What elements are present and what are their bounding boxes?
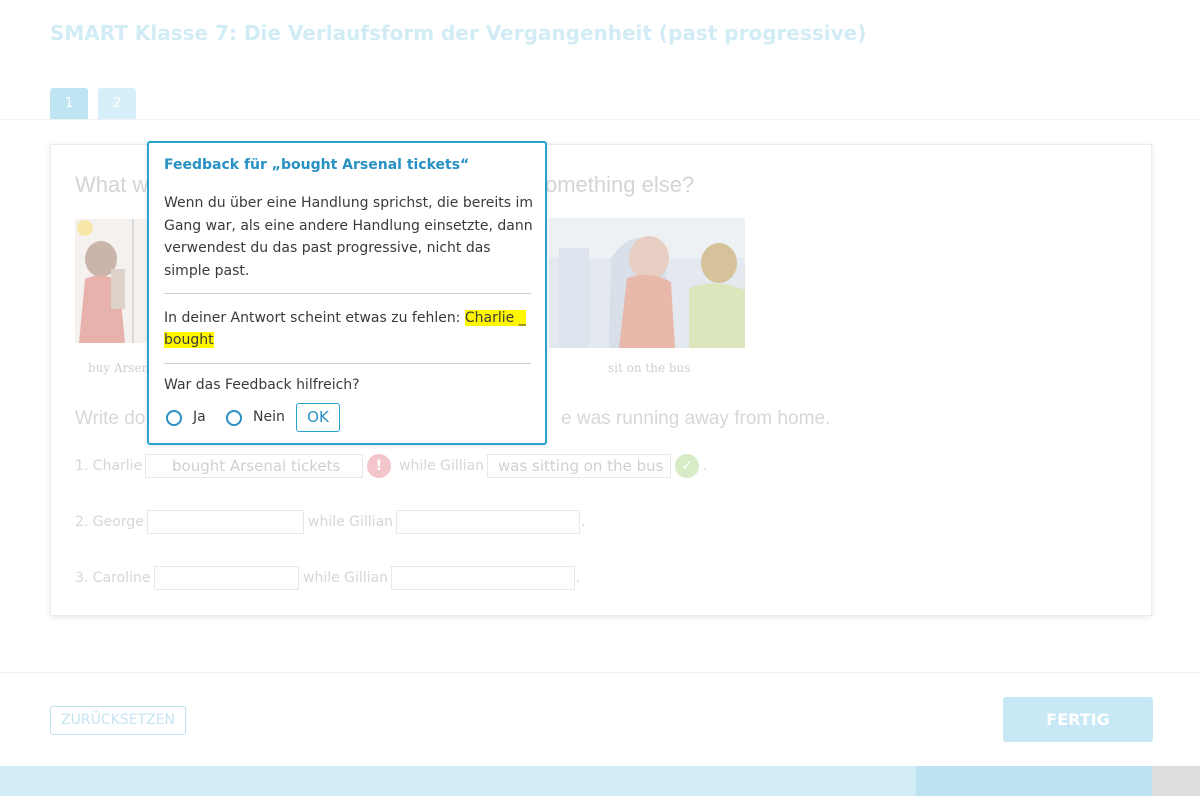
feedback-popup: Feedback für „bought Arsenal tickets“ We… bbox=[147, 141, 547, 445]
feedback-missing: In deiner Antwort scheint etwas zu fehle… bbox=[164, 307, 534, 351]
row-2-end: . bbox=[581, 514, 586, 530]
row-2-answer-2-input[interactable] bbox=[396, 510, 580, 534]
radio-yes[interactable] bbox=[166, 410, 182, 426]
feedback-title: Feedback für „bought Arsenal tickets“ bbox=[164, 157, 470, 173]
radio-no-label[interactable]: Nein bbox=[253, 409, 285, 425]
caption-buy-tickets: buy Arsen bbox=[88, 361, 150, 375]
footer-divider bbox=[0, 672, 1200, 673]
row-3-while-label: while Gillian bbox=[303, 570, 389, 586]
row-3-label: 3. Caroline bbox=[75, 570, 151, 586]
instruction-text-left: Write do bbox=[75, 408, 146, 429]
page-title: SMART Klasse 7: Die Verlaufsform der Ver… bbox=[50, 21, 867, 45]
ok-button[interactable]: OK bbox=[296, 403, 340, 432]
row-1-answer-2-input[interactable]: was sitting on the bus bbox=[487, 454, 671, 478]
caption-sit-on-bus: sit on the bus bbox=[608, 361, 691, 375]
tab-divider bbox=[0, 119, 1200, 120]
row-3-end: . bbox=[576, 570, 581, 586]
illustration-sit-on-bus bbox=[549, 218, 745, 348]
radio-no[interactable] bbox=[226, 410, 242, 426]
progress-bar-end bbox=[1152, 766, 1200, 796]
row-3-answer-2-input[interactable] bbox=[391, 566, 575, 590]
reset-button[interactable]: ZURÜCKSETZEN bbox=[50, 706, 186, 735]
instruction-text-right: e was running away from home. bbox=[561, 408, 831, 429]
question-text-right: omething else? bbox=[545, 172, 695, 197]
row-1-end: . bbox=[703, 458, 708, 474]
feedback-text: Wenn du über eine Handlung sprichst, die… bbox=[164, 195, 534, 279]
tab-2[interactable]: 2 bbox=[98, 88, 136, 119]
tab-1[interactable]: 1 bbox=[50, 88, 88, 119]
feedback-missing-text: In deiner Antwort scheint etwas zu fehle… bbox=[164, 310, 465, 326]
error-icon[interactable]: ! bbox=[367, 454, 391, 478]
done-button[interactable]: FERTIG bbox=[1003, 697, 1153, 742]
progress-bar-accent bbox=[916, 766, 1152, 796]
row-1-while-label: while Gillian bbox=[399, 458, 485, 474]
feedback-divider-1 bbox=[164, 293, 531, 294]
check-icon: ✓ bbox=[675, 454, 699, 478]
row-3-answer-1-input[interactable] bbox=[154, 566, 299, 590]
row-2-while-label: while Gillian bbox=[308, 514, 394, 530]
illustration-buy-tickets bbox=[75, 219, 148, 343]
row-2-label: 2. George bbox=[75, 514, 144, 530]
feedback-divider-2 bbox=[164, 363, 531, 364]
row-1-answer-1-input[interactable]: bought Arsenal tickets bbox=[145, 454, 363, 478]
feedback-question: War das Feedback hilfreich? bbox=[164, 377, 360, 393]
question-text-left: What w bbox=[75, 172, 149, 197]
row-1-label: 1. Charlie bbox=[75, 458, 143, 474]
radio-yes-label[interactable]: Ja bbox=[193, 409, 206, 425]
row-2-answer-1-input[interactable] bbox=[147, 510, 304, 534]
